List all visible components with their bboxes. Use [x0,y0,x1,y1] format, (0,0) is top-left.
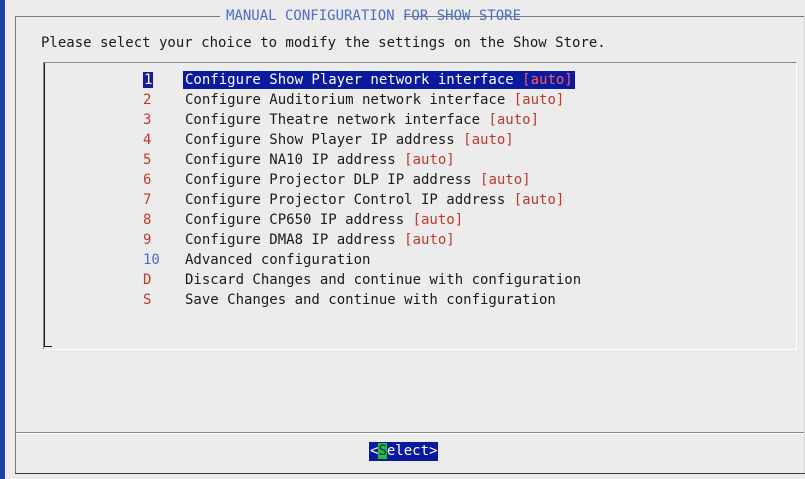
menu-item-tag: 4 [143,132,152,148]
select-button-close: > [429,443,438,459]
menu-item-text: Configure NA10 IP address [185,152,405,168]
menu-item-text: Configure Projector Control IP address [185,192,514,208]
menu-item-tag: 6 [143,172,152,188]
menu-item-text: Configure Show Player IP address [185,132,464,148]
menu-item-text: Save Changes and continue with configura… [185,292,556,308]
dialog-subtitle: Please select your choice to modify the … [41,35,606,51]
menu-item-auto-flag: [auto] [404,152,455,168]
menu-item-text: Configure Show Player network interface [185,72,523,88]
menu-item-text: Configure DMA8 IP address [185,232,405,248]
menu-item-tag: S [143,292,152,308]
menu-item-text: Configure Theatre network interface [185,112,489,128]
configuration-dialog: MANUAL CONFIGURATION FOR SHOW STORE Plea… [5,0,805,479]
menu-item-text: Configure Auditorium network interface [185,92,514,108]
select-button-hotkey: S [378,443,387,459]
menu-item-label: Configure Show Player network interface … [183,71,575,89]
menu-item-auto-flag: [auto] [463,132,514,148]
dialog-border-top-left [15,16,220,17]
menu-item-tag: 1 [143,72,154,88]
menu-item-text: Discard Changes and continue with config… [185,272,582,288]
menu-item-label: Save Changes and continue with configura… [185,290,556,310]
menu-item-label: Configure CP650 IP address [auto] [185,210,463,230]
button-separator-highlight [16,433,804,434]
menu-item-text: Configure Projector DLP IP address [185,172,481,188]
menu-item-label: Configure DMA8 IP address [auto] [185,230,455,250]
menu-item-tag: 9 [143,232,152,248]
menu-item-tag: 7 [143,192,152,208]
select-button[interactable]: <Select> [369,442,439,461]
menu-item-auto-flag: [auto] [488,112,540,128]
menu-item-tag: 5 [143,152,152,168]
menu-item-label: Configure NA10 IP address [auto] [185,150,455,170]
menu-item-label: Advanced configuration [185,250,370,270]
menu-list-box-corner [44,346,52,347]
menu-list-box-edge [44,63,45,347]
menu-item-text: Advanced configuration [185,252,371,268]
menu-item-label: Configure Projector DLP IP address [auto… [185,170,531,190]
menu-item-label: Configure Theatre network interface [aut… [185,110,539,130]
menu-item-tag: 10 [143,252,160,268]
menu-item-tag: 8 [143,212,152,228]
menu-item-auto-flag: [auto] [513,192,565,208]
menu-item-auto-flag: [auto] [513,92,565,108]
menu-item-label: Configure Projector Control IP address [… [185,190,564,210]
menu-item-auto-flag: [auto] [480,172,531,188]
dialog-border-left [15,16,16,474]
menu-item-auto-flag: [auto] [522,72,573,88]
menu-item-text: Configure CP650 IP address [185,212,413,228]
menu-item-label: Configure Auditorium network interface [… [185,90,564,110]
select-button-label: elect [386,443,430,459]
menu-item-tag: 2 [143,92,152,108]
dialog-border-bottom [15,473,805,474]
menu-item-auto-flag: [auto] [412,212,464,228]
menu-item-tag: D [143,272,152,288]
menu-item-label: Configure Show Player IP address [auto] [185,130,514,150]
menu-item-auto-flag: [auto] [404,232,455,248]
dialog-title: MANUAL CONFIGURATION FOR SHOW STORE [226,8,522,24]
menu-item-label: Discard Changes and continue with config… [185,270,581,290]
menu-item-tag: 3 [143,112,152,128]
